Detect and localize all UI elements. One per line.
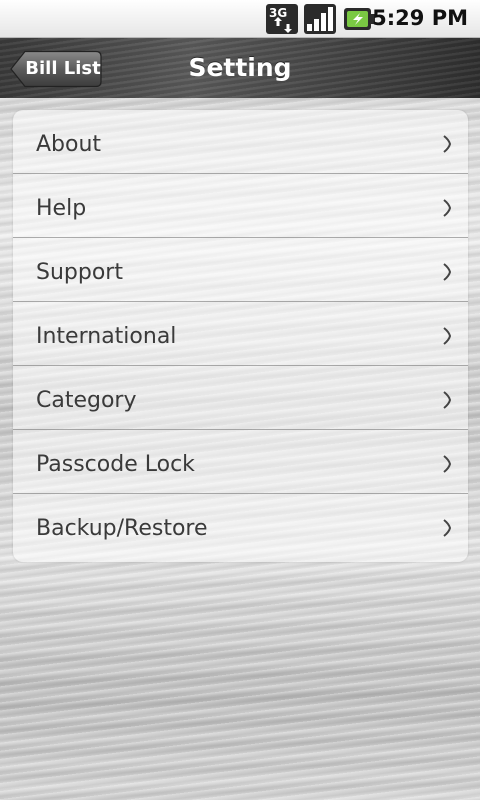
signal-strength-icon bbox=[304, 4, 336, 34]
chevron-right-icon bbox=[442, 135, 452, 153]
chevron-right-icon bbox=[442, 199, 452, 217]
settings-item-support[interactable]: Support bbox=[13, 238, 468, 302]
settings-item-passcode-lock[interactable]: Passcode Lock bbox=[13, 430, 468, 494]
settings-item-category[interactable]: Category bbox=[13, 366, 468, 430]
chevron-right-icon bbox=[442, 327, 452, 345]
chevron-right-icon bbox=[442, 519, 452, 537]
3g-data-icon: 3G bbox=[266, 4, 298, 34]
status-time: 5:29 PM bbox=[372, 6, 468, 30]
settings-item-label: About bbox=[36, 132, 102, 157]
chevron-right-icon bbox=[442, 263, 452, 281]
settings-item-backup-restore[interactable]: Backup/Restore bbox=[13, 494, 468, 558]
chevron-right-icon bbox=[442, 455, 452, 473]
settings-item-label: International bbox=[36, 324, 177, 349]
settings-item-international[interactable]: International bbox=[13, 302, 468, 366]
status-bar: 3G 5:29 PM bbox=[0, 0, 480, 38]
settings-item-label: Passcode Lock bbox=[36, 452, 195, 477]
settings-item-label: Category bbox=[36, 388, 137, 413]
settings-item-label: Support bbox=[36, 260, 123, 285]
settings-item-label: Backup/Restore bbox=[36, 516, 208, 541]
settings-item-label: Help bbox=[36, 196, 87, 221]
chevron-right-icon bbox=[442, 391, 452, 409]
settings-item-help[interactable]: Help bbox=[13, 174, 468, 238]
settings-item-about[interactable]: About bbox=[13, 110, 468, 174]
settings-list: About Help Support International Categor… bbox=[13, 110, 468, 562]
page-title: Setting bbox=[188, 53, 292, 82]
